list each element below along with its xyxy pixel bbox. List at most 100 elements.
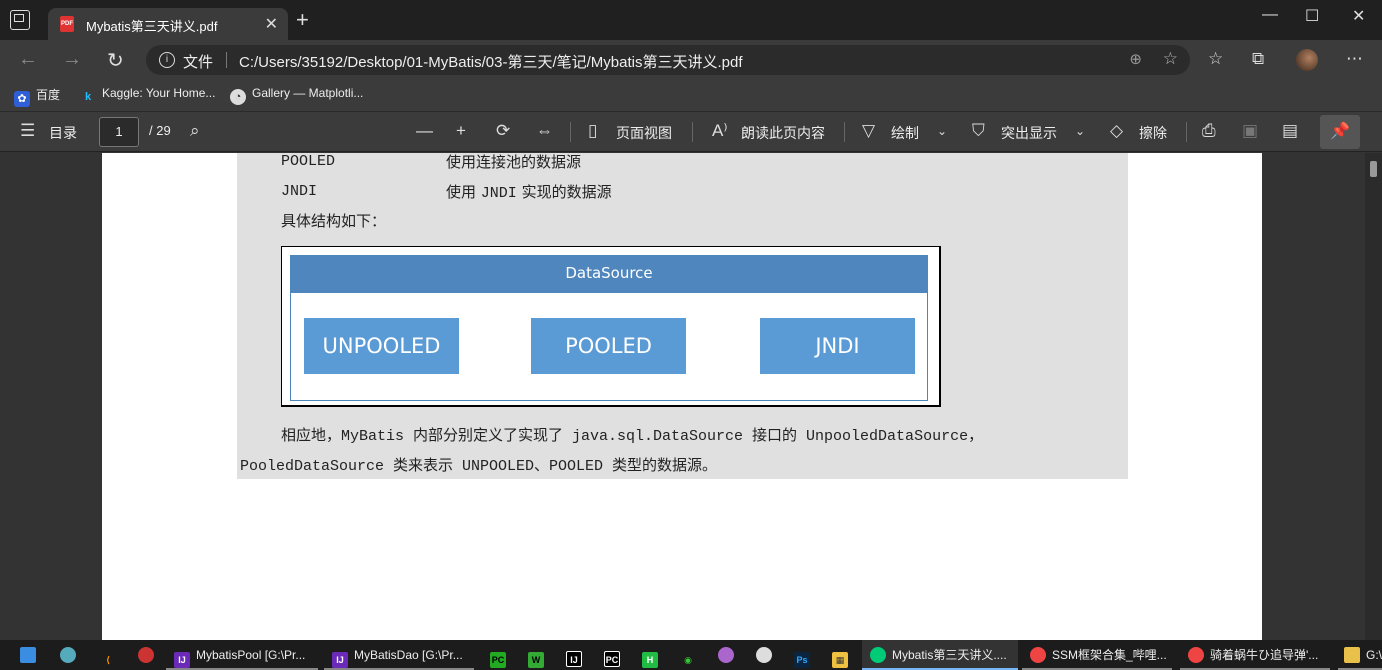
divider [844,122,845,142]
start-icon[interactable] [20,640,42,670]
highlight-chevron-down-icon[interactable]: ⌄ [1075,124,1085,138]
profile-avatar[interactable] [1296,49,1318,71]
back-arrow-icon[interactable]: ← [18,48,38,71]
jndi-box: JNDI [760,318,915,374]
bookmark-matplotlib[interactable]: ◔ Gallery — Matplotli... [230,86,363,105]
fit-width-icon[interactable]: ⇔ [536,121,553,141]
row1-desc: 使用连接池的数据源 [446,153,582,171]
highlight-button[interactable]: 突出显示 [1001,123,1057,143]
address-toolbar: ← → ↻ i 文件 C:/Users/35192/Desktop/01-MyB… [0,40,1382,80]
row2-key: JNDI [281,183,318,200]
taskbar-item-mybatisdao[interactable]: IJ MyBatisDao [G:\Pr... [324,640,474,670]
search-icon[interactable]: ⌕ [190,121,200,141]
bookmark-baidu[interactable]: ✿ 百度 [14,86,60,107]
zoom-out-icon[interactable]: — [416,121,433,141]
folder-icon [1344,647,1360,663]
new-tab-button[interactable]: + [296,9,309,31]
print-icon[interactable]: ⎙ [1202,121,1216,141]
tab-close-button[interactable]: ✕ [265,14,278,34]
tab-active[interactable]: PDF Mybatis第三天讲义.pdf ✕ [48,8,288,40]
app-icon[interactable]: ⟨ [100,640,122,670]
datasource-header: DataSource [291,256,927,293]
chrome-icon [1188,647,1204,663]
tab-actions-icon[interactable] [10,10,30,30]
paragraph-line2: PooledDataSource 类来表示 UNPOOLED、POOLED 类型… [240,458,718,475]
window-close-button[interactable]: ✕ [1352,6,1365,26]
highlight-icon: ⛉ [972,121,985,140]
matplotlib-icon: ◔ [230,89,246,105]
draw-button[interactable]: 绘制 [891,123,919,143]
edge-icon [870,647,886,663]
pycharm-icon[interactable]: PC [604,640,626,670]
bookmark-kaggle[interactable]: k Kaggle: Your Home... [80,86,215,105]
pooled-box: POOLED [531,318,686,374]
app-icon[interactable]: ◉ [680,640,702,670]
scrollbar-thumb[interactable] [1370,161,1377,177]
datasource-frame: DataSource UNPOOLED POOLED JNDI [290,255,928,401]
app-icon[interactable]: W [528,640,550,670]
kaggle-icon: k [84,91,92,103]
page-view-icon: ▯ [588,121,598,140]
minimize-button[interactable]: — [1262,6,1278,24]
intellij-icon: IJ [174,652,190,668]
erase-button[interactable]: 擦除 [1139,123,1167,143]
rotate-icon[interactable]: ⟳ [496,121,510,141]
intellij-idea-icon[interactable]: IJ [566,640,588,670]
app-icon[interactable]: H [642,640,664,670]
eraser-icon: ◇ [1110,121,1124,140]
photoshop-icon[interactable]: Ps [794,640,816,670]
intellij-icon: IJ [332,652,348,668]
page-view-button[interactable]: 页面视图 [616,123,672,143]
forward-arrow-icon[interactable]: → [62,48,82,71]
maximize-button[interactable]: ☐ [1305,6,1319,26]
vertical-scrollbar[interactable] [1365,153,1382,640]
add-favorite-icon[interactable]: ☆ [1163,49,1178,69]
zoom-icon[interactable]: ⊕ [1129,50,1142,68]
datasource-diagram: DataSource UNPOOLED POOLED JNDI [281,246,941,407]
draw-chevron-down-icon[interactable]: ⌄ [937,124,947,138]
app-icon[interactable] [756,640,778,670]
divider [570,122,571,142]
info-icon[interactable]: i [159,52,175,68]
read-aloud-icon: A⁾ [712,121,728,140]
paragraph-line1: 相应地，MyBatis 内部分别定义了实现了 java.sql.DataSour… [281,428,984,445]
app-icon[interactable] [60,640,82,670]
app-icon[interactable] [138,640,160,670]
save-as-icon[interactable]: ▤ [1282,121,1298,141]
address-bar[interactable]: i 文件 C:/Users/35192/Desktop/01-MyBatis/0… [146,45,1190,75]
taskbar-item-video[interactable]: 骑着蜗牛ひ追导弹'... [1180,640,1330,670]
structure-label: 具体结构如下： [281,212,387,230]
refresh-icon[interactable]: ↻ [107,48,124,73]
toc-button[interactable]: 目录 [49,123,77,143]
pdf-icon: PDF [60,16,74,32]
divider [1186,122,1187,142]
pdf-toolbar: ☰ 目录 1 / 29 ⌕ — + ⟳ ⇔ ▯ 页面视图 A⁾ 朗读此页内容 ▽… [0,112,1382,152]
taskbar-item-pdf[interactable]: Mybatis第三天讲义.... [862,640,1018,670]
tab-title: Mybatis第三天讲义.pdf [86,19,218,34]
app-icon[interactable] [718,640,740,670]
save-icon[interactable]: ▣ [1242,121,1258,141]
more-menu-icon[interactable]: ⋯ [1346,49,1363,69]
row2-desc: 使用 JNDI 实现的数据源 [446,183,612,202]
page-total: / 29 [149,123,171,138]
pycharm-icon[interactable]: PC [490,640,512,670]
divider [226,52,227,68]
zoom-in-icon[interactable]: + [456,121,466,141]
favorites-icon[interactable]: ☆ [1208,49,1223,69]
pin-toolbar-icon[interactable]: 📌 [1320,115,1360,149]
taskbar-item-ssm[interactable]: SSM框架合集_哔哩... [1022,640,1172,670]
taskbar-item-folder[interactable]: G:\ [1338,640,1382,670]
chrome-icon [1030,647,1046,663]
collections-icon[interactable]: ⧉ [1252,49,1264,69]
scheme-label: 文件 [183,54,214,71]
toc-list-icon[interactable]: ☰ [20,121,35,141]
taskbar: ⟨ IJ MybatisPool [G:\Pr... IJ MyBatisDao [… [0,640,1382,670]
read-aloud-button[interactable]: 朗读此页内容 [741,123,825,143]
url-text[interactable]: C:/Users/35192/Desktop/01-MyBatis/03-第三天… [239,51,742,72]
page-number-input[interactable]: 1 [99,117,139,147]
pdf-viewer: POOLED 使用连接池的数据源 JNDI 使用 JNDI 实现的数据源 具体结… [0,153,1382,640]
divider [692,122,693,142]
taskbar-item-mybatispool[interactable]: IJ MybatisPool [G:\Pr... [166,640,318,670]
app-icon[interactable]: ▦ [832,640,854,670]
row1-key: POOLED [281,153,336,170]
